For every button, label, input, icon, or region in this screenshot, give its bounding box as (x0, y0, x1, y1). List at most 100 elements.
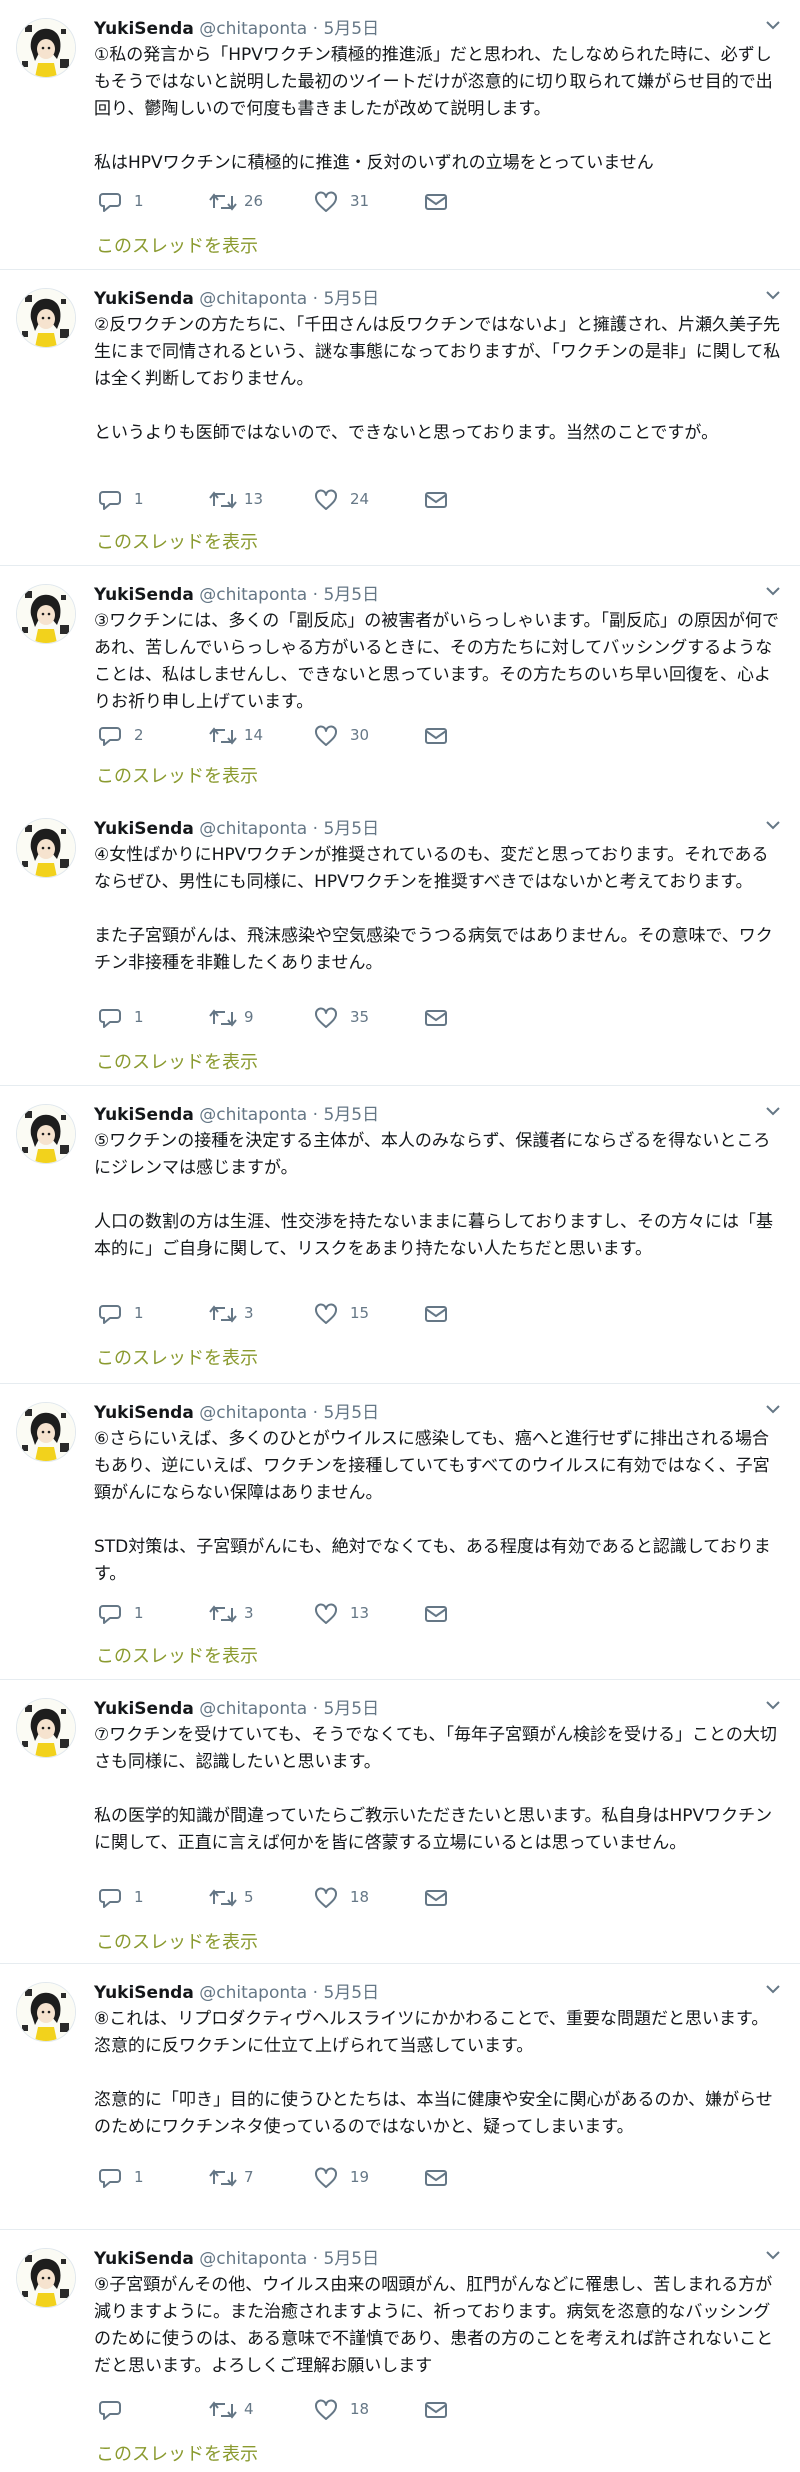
user-handle[interactable]: @chitaponta (199, 1403, 307, 1423)
tweet-paragraph: ①私の発言から「HPVワクチン積極的推進派」だと思われ、たしなめられた時に、必ず… (94, 45, 773, 119)
chevron-down-icon[interactable] (762, 14, 784, 36)
show-thread-link[interactable]: このスレッドを表示 (96, 1928, 258, 1954)
chevron-down-icon[interactable] (762, 284, 784, 306)
tweet-7[interactable]: YukiSenda @chitaponta · 5月5日 ⑦ワクチンを受けていて… (0, 1680, 800, 1964)
user-name[interactable]: YukiSenda (94, 1403, 194, 1423)
separator-dot: · (312, 1983, 319, 2003)
retweet-count: 13 (244, 490, 264, 508)
like-count: 13 (350, 1604, 370, 1622)
tweet-5[interactable]: YukiSenda @chitaponta · 5月5日 ⑤ワクチンの接種を決定… (0, 1086, 800, 1384)
user-handle[interactable]: @chitaponta (199, 1983, 307, 2003)
tweet-thread-feed: YukiSenda @chitaponta · 5月5日 ①私の発言から「HPV… (0, 0, 800, 2472)
chevron-down-icon[interactable] (762, 2244, 784, 2266)
user-name[interactable]: YukiSenda (94, 819, 194, 839)
retweet-count: 3 (244, 1304, 254, 1322)
like-count: 18 (350, 1888, 370, 1906)
user-handle[interactable]: @chitaponta (199, 2249, 307, 2269)
tweet-6[interactable]: YukiSenda @chitaponta · 5月5日 ⑥さらにいえば、多くの… (0, 1384, 800, 1680)
user-name[interactable]: YukiSenda (94, 1105, 194, 1125)
tweet-8[interactable]: YukiSenda @chitaponta · 5月5日 ⑧これは、リプロダクテ… (0, 1964, 800, 2230)
show-thread-link[interactable]: このスレッドを表示 (96, 232, 258, 258)
tweet-paragraph: 私はHPVワクチンに積極的に推進・反対のいずれの立場をとっていません (94, 153, 654, 173)
tweet-date[interactable]: 5月5日 (323, 1699, 379, 1719)
tweet-header: YukiSenda @chitaponta · 5月5日 (94, 284, 379, 309)
avatar[interactable] (16, 584, 76, 644)
tweet-date[interactable]: 5月5日 (323, 585, 379, 605)
avatar[interactable] (16, 2248, 76, 2308)
tweet-paragraph: STD対策は、子宮頸がんにも、絶対でなくても、ある程度は有効であると認識しており… (94, 1537, 771, 1584)
separator-dot: · (312, 1699, 319, 1719)
user-handle[interactable]: @chitaponta (199, 289, 307, 309)
tweet-2[interactable]: YukiSenda @chitaponta · 5月5日 ②反ワクチンの方たちに… (0, 270, 800, 566)
chevron-down-icon[interactable] (762, 1694, 784, 1716)
tweet-text: ④女性ばかりにHPVワクチンが推奨されているのも、変だと思っております。それであ… (94, 842, 784, 977)
chevron-down-icon[interactable] (762, 814, 784, 836)
tweet-date[interactable]: 5月5日 (323, 2249, 379, 2269)
user-handle[interactable]: @chitaponta (199, 19, 307, 39)
reply-count: 1 (134, 2168, 144, 2186)
avatar[interactable] (16, 818, 76, 878)
retweet-count: 7 (244, 2168, 254, 2186)
user-name[interactable]: YukiSenda (94, 289, 194, 309)
tweet-paragraph: 私の医学的知識が間違っていたらご教示いただきたいと思います。私自身はHPVワクチ… (94, 1806, 773, 1853)
user-name[interactable]: YukiSenda (94, 1983, 194, 2003)
user-name[interactable]: YukiSenda (94, 585, 194, 605)
retweet-count: 9 (244, 1008, 254, 1026)
user-handle[interactable]: @chitaponta (199, 1699, 307, 1719)
tweet-date[interactable]: 5月5日 (323, 1105, 379, 1125)
tweet-header: YukiSenda @chitaponta · 5月5日 (94, 2244, 379, 2269)
user-handle[interactable]: @chitaponta (199, 1105, 307, 1125)
tweet-text: ⑨子宮頸がんその他、ウイルス由来の咽頭がん、肛門がんなどに罹患し、苦しまれる方が… (94, 2272, 784, 2380)
user-handle[interactable]: @chitaponta (199, 819, 307, 839)
retweet-count: 26 (244, 192, 264, 210)
tweet-text: ③ワクチンには、多くの「副反応」の被害者がいらっしゃいます。「副反応」の原因が何… (94, 608, 784, 716)
reply-count: 1 (134, 192, 144, 210)
tweet-4[interactable]: YukiSenda @chitaponta · 5月5日 ④女性ばかりにHPVワ… (0, 800, 800, 1086)
user-name[interactable]: YukiSenda (94, 1699, 194, 1719)
tweet-date[interactable]: 5月5日 (323, 1403, 379, 1423)
tweet-paragraph: ⑧これは、リプロダクティヴヘルスライツにかかわることで、重要な問題だと思います。… (94, 2009, 769, 2056)
show-thread-link[interactable]: このスレッドを表示 (96, 1048, 258, 1074)
avatar[interactable] (16, 18, 76, 78)
tweet-date[interactable]: 5月5日 (323, 19, 379, 39)
avatar[interactable] (16, 1698, 76, 1758)
tweet-text: ⑥さらにいえば、多くのひとがウイルスに感染しても、癌へと進行せずに排出される場合… (94, 1426, 784, 1588)
tweet-header: YukiSenda @chitaponta · 5月5日 (94, 814, 379, 839)
like-count: 31 (350, 192, 370, 210)
retweet-count: 4 (244, 2400, 254, 2418)
retweet-count: 14 (244, 726, 264, 744)
chevron-down-icon[interactable] (762, 1398, 784, 1420)
tweet-paragraph: ③ワクチンには、多くの「副反応」の被害者がいらっしゃいます。「副反応」の原因が何… (94, 611, 780, 712)
show-thread-link[interactable]: このスレッドを表示 (96, 528, 258, 554)
tweet-1[interactable]: YukiSenda @chitaponta · 5月5日 ①私の発言から「HPV… (0, 0, 800, 270)
tweet-date[interactable]: 5月5日 (323, 1983, 379, 2003)
chevron-down-icon[interactable] (762, 580, 784, 602)
tweet-paragraph: ⑥さらにいえば、多くのひとがウイルスに感染しても、癌へと進行せずに排出される場合… (94, 1429, 770, 1503)
show-thread-link[interactable]: このスレッドを表示 (96, 762, 258, 788)
avatar[interactable] (16, 1104, 76, 1164)
tweet-date[interactable]: 5月5日 (323, 819, 379, 839)
avatar[interactable] (16, 1982, 76, 2042)
tweet-paragraph: ②反ワクチンの方たちに、「千田さんは反ワクチンではないよ」と擁護され、片瀬久美子… (94, 315, 781, 389)
tweet-9[interactable]: YukiSenda @chitaponta · 5月5日 ⑨子宮頸がんその他、ウ… (0, 2230, 800, 2472)
show-thread-link[interactable]: このスレッドを表示 (96, 1344, 258, 1370)
show-thread-link[interactable]: このスレッドを表示 (96, 2440, 258, 2466)
tweet-3[interactable]: YukiSenda @chitaponta · 5月5日 ③ワクチンには、多くの… (0, 566, 800, 800)
tweet-paragraph: ⑤ワクチンの接種を決定する主体が、本人のみならず、保護者にならざるを得ないところ… (94, 1131, 771, 1178)
reply-count: 1 (134, 1888, 144, 1906)
avatar[interactable] (16, 288, 76, 348)
tweet-text: ⑦ワクチンを受けていても、そうでなくても、「毎年子宮頸がん検診を受ける」ことの大… (94, 1722, 784, 1857)
reply-count: 1 (134, 1008, 144, 1026)
tweet-text: ⑧これは、リプロダクティヴヘルスライツにかかわることで、重要な問題だと思います。… (94, 2006, 784, 2141)
user-name[interactable]: YukiSenda (94, 2249, 194, 2269)
chevron-down-icon[interactable] (762, 1978, 784, 2000)
avatar[interactable] (16, 1402, 76, 1462)
like-count: 30 (350, 726, 370, 744)
user-name[interactable]: YukiSenda (94, 19, 194, 39)
show-thread-link[interactable]: このスレッドを表示 (96, 1642, 258, 1668)
chevron-down-icon[interactable] (762, 1100, 784, 1122)
user-handle[interactable]: @chitaponta (199, 585, 307, 605)
tweet-date[interactable]: 5月5日 (323, 289, 379, 309)
separator-dot: · (312, 585, 319, 605)
tweet-text: ⑤ワクチンの接種を決定する主体が、本人のみならず、保護者にならざるを得ないところ… (94, 1128, 784, 1263)
